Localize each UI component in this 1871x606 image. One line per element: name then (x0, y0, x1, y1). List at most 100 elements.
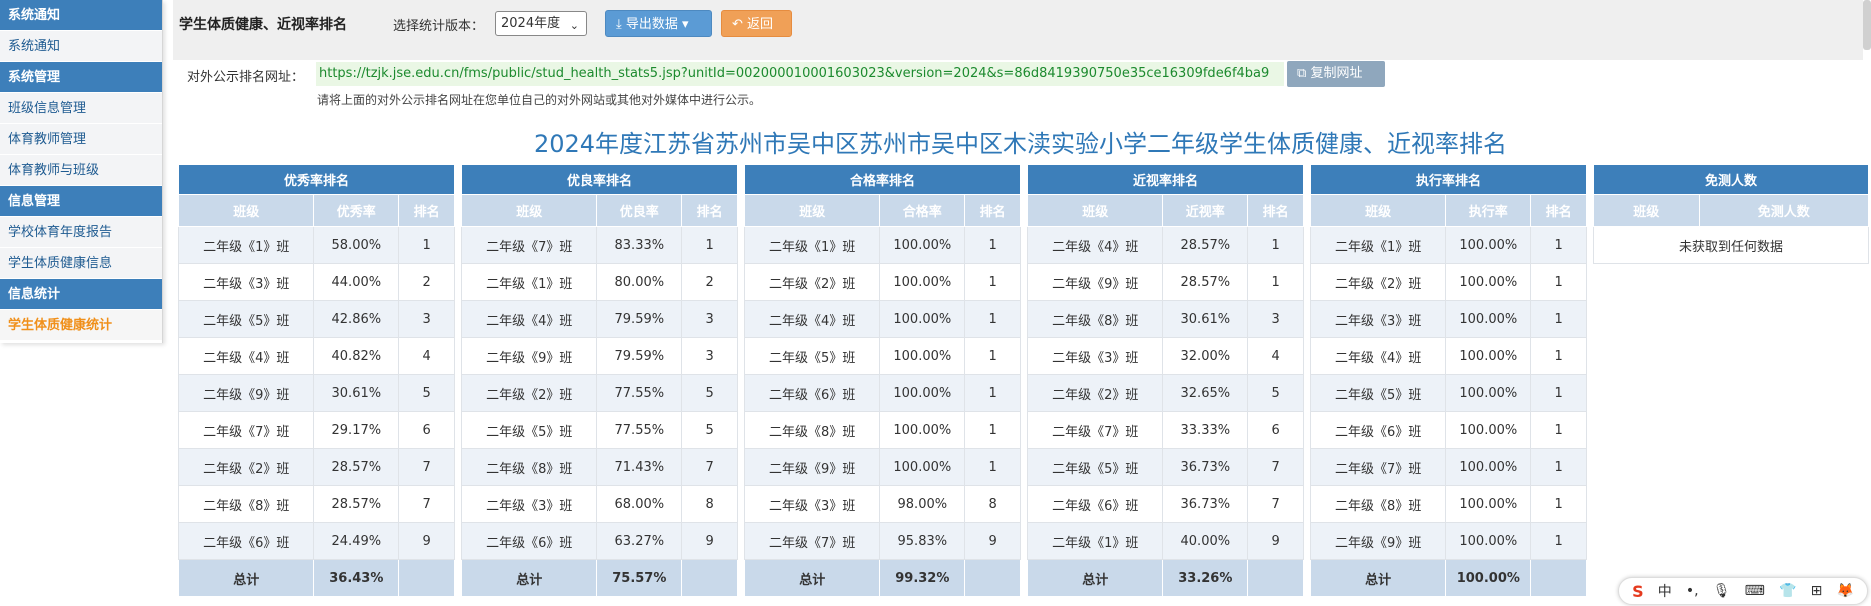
cell-class: 二年级《9》班 (177, 374, 315, 412)
cell-class: 二年级《9》班 (1026, 263, 1164, 301)
cell-rate: 36.73% (1162, 448, 1249, 486)
sidebar-item-annual-report[interactable]: 学校体育年度报告 (0, 217, 162, 248)
ime-mode-toggle[interactable]: 中 (1658, 581, 1672, 601)
skin-icon[interactable]: 👕 (1779, 583, 1796, 599)
column-header-class: 班级 (1026, 194, 1164, 227)
cell-rate: 77.55% (596, 374, 683, 412)
total-value: 36.43% (313, 559, 400, 597)
cell-class: 二年级《2》班 (743, 263, 881, 301)
cell-rate: 100.00% (1445, 411, 1532, 449)
cell-rate: 100.00% (1445, 374, 1532, 412)
cell-rate: 100.00% (1445, 300, 1532, 338)
sidebar-section-notice[interactable]: 系统通知 (0, 0, 162, 31)
keyboard-icon[interactable]: ⌨ (1745, 583, 1765, 599)
execution-rate-table: 执行率排名 班级 执行率 排名 二年级《1》班 100.00% 1 二年级《2》班 10… (1309, 164, 1587, 597)
cell-rank: 9 (1247, 522, 1304, 560)
copy-url-button[interactable]: ⧉ 复制网址 (1287, 61, 1385, 87)
cell-rate: 80.00% (596, 263, 683, 301)
sidebar-item-class-info[interactable]: 班级信息管理 (0, 93, 162, 124)
cell-rate: 33.33% (1162, 411, 1249, 449)
ime-logo-icon[interactable]: S (1632, 582, 1644, 601)
report-title: 2024年度江苏省苏州市吴中区苏州市吴中区木渎实验小学二年级学生体质健康、近视率… (533, 130, 1508, 158)
sidebar: 系统通知 系统通知 系统管理 班级信息管理 体育教师管理 体育教师与班级 信息管… (0, 0, 163, 343)
cell-rate: 83.33% (596, 226, 683, 264)
cell-class: 二年级《6》班 (460, 522, 598, 560)
cell-rate: 100.00% (1445, 263, 1532, 301)
cell-rank: 1 (1530, 337, 1587, 375)
table-title: 合格率排名 (744, 164, 1021, 195)
pass-rate-table: 合格率排名 班级 合格率 排名 二年级《1》班 100.00% 1 二年级《2》班 10… (743, 164, 1021, 597)
cell-class: 二年级《6》班 (1026, 485, 1164, 523)
sidebar-item-teacher-class[interactable]: 体育教师与班级 (0, 155, 162, 186)
table-title: 近视率排名 (1027, 164, 1304, 195)
sidebar-item-pe-teacher[interactable]: 体育教师管理 (0, 124, 162, 155)
column-header-class: 班级 (177, 194, 315, 227)
sidebar-item-notice[interactable]: 系统通知 (0, 31, 162, 62)
back-button-label: 返回 (747, 17, 774, 32)
fox-icon[interactable]: 🦊 (1836, 583, 1853, 599)
cell-rate: 30.61% (1162, 300, 1249, 338)
microphone-icon[interactable]: 🎙 (1713, 583, 1731, 599)
table-row: 二年级《8》班 100.00% 1 (743, 411, 1021, 449)
version-select[interactable]: 2024年度 ⌄ (495, 11, 587, 36)
cell-rank: 7 (681, 448, 738, 486)
cell-rank: 4 (1247, 337, 1304, 375)
ime-punct-toggle[interactable]: •, (1686, 583, 1699, 599)
export-button[interactable]: ⤓ 导出数据 ▾ (605, 10, 712, 37)
public-url-value[interactable]: https://tzjk.jse.edu.cn/fms/public/stud_… (316, 62, 1284, 86)
cell-class: 二年级《9》班 (1309, 522, 1447, 560)
cell-class: 二年级《2》班 (1309, 263, 1447, 301)
cell-rank: 7 (398, 485, 455, 523)
version-label: 选择统计版本： (393, 19, 485, 34)
download-icon: ⤓ (616, 17, 622, 32)
page-title: 学生体质健康、近视率排名 (179, 17, 347, 33)
ime-toolbar: S 中 •, 🎙 ⌨ 👕 ⊞ 🦊 (1618, 577, 1868, 605)
back-button[interactable]: ↶ 返回 (721, 10, 792, 37)
cell-rate: 79.59% (596, 337, 683, 375)
sidebar-section-info[interactable]: 信息管理 (0, 186, 162, 217)
cell-class: 二年级《4》班 (460, 300, 598, 338)
total-value: 75.57% (596, 559, 683, 597)
cell-rate: 95.83% (879, 522, 966, 560)
cell-class: 二年级《2》班 (460, 374, 598, 412)
cell-class: 二年级《4》班 (1026, 226, 1164, 264)
cell-rank: 1 (1530, 263, 1587, 301)
scrollbar-thumb[interactable] (1863, 0, 1871, 50)
column-header-class: 班级 (743, 194, 881, 227)
sidebar-section-stats[interactable]: 信息统计 (0, 279, 162, 310)
cell-rank: 3 (398, 300, 455, 338)
cell-rank: 1 (1530, 411, 1587, 449)
cell-class: 二年级《5》班 (743, 337, 881, 375)
cell-rank: 2 (398, 263, 455, 301)
cell-rank: 7 (1247, 448, 1304, 486)
table-row: 二年级《3》班 98.00% 8 (743, 485, 1021, 523)
cell-class: 二年级《3》班 (1309, 300, 1447, 338)
cell-rate: 40.00% (1162, 522, 1249, 560)
sidebar-section-system[interactable]: 系统管理 (0, 62, 162, 93)
cell-rate: 100.00% (879, 300, 966, 338)
caret-down-icon: ▾ (682, 17, 689, 32)
good-rate-table: 优良率排名 班级 优良率 排名 二年级《7》班 83.33% 1 二年级《1》班 80.… (460, 164, 738, 597)
copy-url-label: 复制网址 (1310, 66, 1363, 81)
column-header-rank: 排名 (681, 194, 738, 227)
table-row: 二年级《8》班 100.00% 1 (1309, 485, 1587, 523)
cell-class: 二年级《8》班 (1026, 300, 1164, 338)
total-value: 99.32% (879, 559, 966, 597)
cell-class: 二年级《4》班 (177, 337, 315, 375)
cell-rate: 28.57% (313, 485, 400, 523)
sidebar-item-health-info[interactable]: 学生体质健康信息 (0, 248, 162, 279)
cell-class: 二年级《7》班 (460, 226, 598, 264)
cell-rank: 6 (1247, 411, 1304, 449)
cell-class: 二年级《5》班 (1309, 374, 1447, 412)
sidebar-item-health-stats[interactable]: 学生体质健康统计 (0, 310, 162, 341)
table-row: 二年级《7》班 33.33% 6 (1026, 411, 1304, 449)
cell-rank: 3 (681, 337, 738, 375)
empty-message: 未获取到任何数据 (1593, 226, 1869, 264)
toolbar: 学生体质健康、近视率排名 选择统计版本： 2024年度 ⌄ ⤓ 导出数据 ▾ ↶… (173, 0, 1863, 60)
grid-icon[interactable]: ⊞ (1811, 583, 1823, 599)
table-row: 二年级《9》班 28.57% 1 (1026, 263, 1304, 301)
cell-rate: 36.73% (1162, 485, 1249, 523)
table-row: 二年级《1》班 40.00% 9 (1026, 522, 1304, 560)
cell-rate: 63.27% (596, 522, 683, 560)
cell-rate: 58.00% (313, 226, 400, 264)
